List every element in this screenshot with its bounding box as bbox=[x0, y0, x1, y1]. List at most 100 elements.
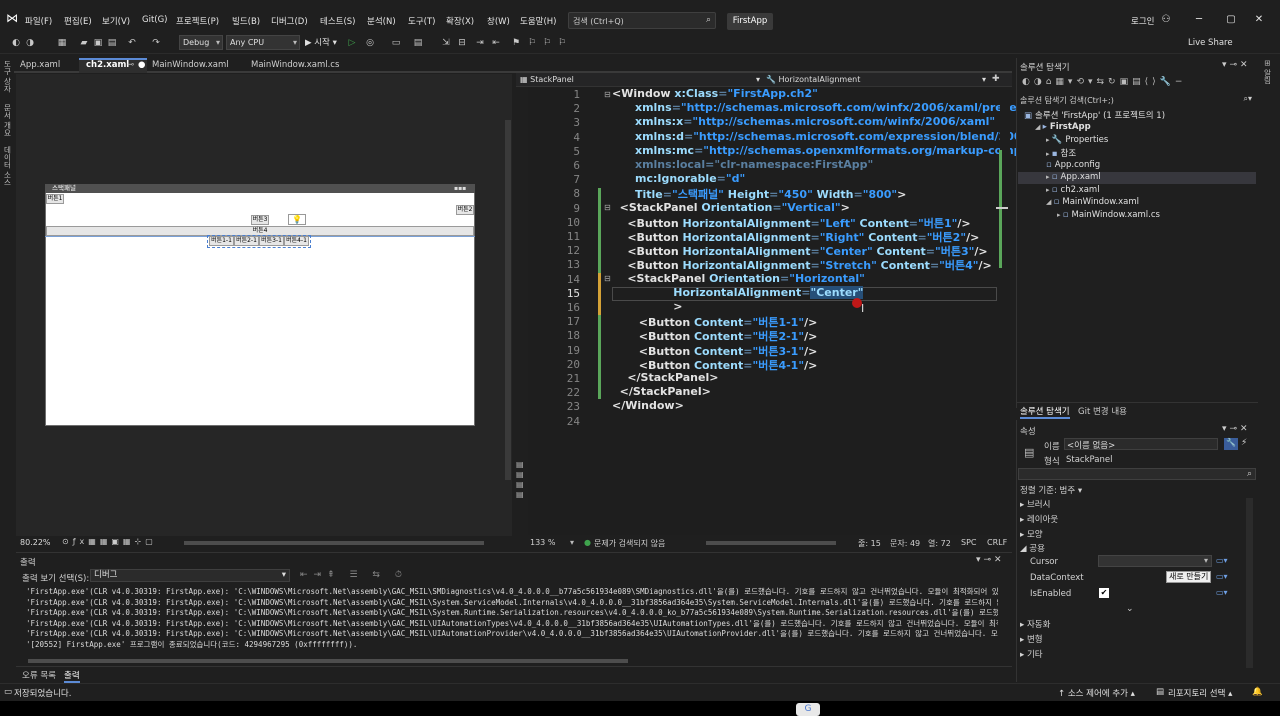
right-strip-tab[interactable]: ⊞ 알림 bbox=[1262, 60, 1273, 84]
preview-button-3-1[interactable]: 버튼3-1 bbox=[259, 236, 284, 246]
tree-item[interactable]: ▸ ▫ ch2.xaml bbox=[1046, 185, 1100, 197]
preview-button-1-1[interactable]: 버튼1-1 bbox=[209, 236, 234, 246]
tab-mainwindow-xaml[interactable]: MainWindow.xaml bbox=[152, 60, 229, 73]
collapse-icon[interactable]: ⊟ bbox=[604, 274, 611, 283]
prop-cursor-select[interactable]: ▾ bbox=[1098, 555, 1212, 567]
output-toolbar-icons[interactable]: ⇤⇥⇞ ☰ ⇆ ⏱ bbox=[300, 570, 408, 580]
sort-by-category[interactable]: 정렬 기준: 범주 ▾ bbox=[1020, 484, 1082, 496]
char-number-status[interactable]: 문자: 49 bbox=[890, 538, 920, 549]
menu-extensions[interactable]: 확장(X) bbox=[446, 15, 474, 27]
bookmark-next-icon[interactable]: ⚐ bbox=[541, 37, 553, 49]
category-common[interactable]: ◢ 공용 bbox=[1020, 542, 1045, 554]
prop-isenabled-marker-icon[interactable]: ▭▾ bbox=[1216, 588, 1228, 597]
toolbox-tab[interactable]: 도구 상자 bbox=[2, 60, 13, 92]
navigate-forward-icon[interactable]: ◑ bbox=[24, 37, 36, 49]
properties-scrollbar[interactable] bbox=[1246, 498, 1253, 668]
login-link[interactable]: 로그인 bbox=[1131, 15, 1154, 27]
code-line[interactable]: </StackPanel> bbox=[612, 371, 718, 384]
code-line[interactable]: xmlns:local="clr-namespace:FirstApp" bbox=[612, 158, 873, 171]
tree-expander-icon[interactable]: ▸ bbox=[1057, 211, 1063, 219]
column-number-status[interactable]: 열: 72 bbox=[928, 538, 951, 549]
menu-file[interactable]: 파일(F) bbox=[25, 15, 52, 27]
tab-ch2-xaml[interactable]: ch2.xaml bbox=[86, 60, 129, 73]
undo-icon[interactable]: ↶ bbox=[126, 37, 138, 49]
menu-test[interactable]: 테스트(S) bbox=[320, 15, 356, 27]
adorner-icon[interactable]: ⊟ bbox=[456, 37, 468, 49]
property-select[interactable]: 🔧 HorizontalAlignment ▾ bbox=[766, 75, 988, 86]
select-repository-button[interactable]: 리포지토리 선택 ▴ bbox=[1168, 687, 1232, 699]
prop-datacontext-marker-icon[interactable]: ▭▾ bbox=[1216, 572, 1228, 581]
tree-item[interactable]: ◢ ▫ MainWindow.xaml bbox=[1046, 197, 1139, 209]
start-debug-button[interactable]: ▶ 시작 ▾ bbox=[305, 36, 337, 48]
category-appearance[interactable]: ▸ 모양 bbox=[1020, 528, 1043, 540]
preview-button-2-1[interactable]: 버튼2-1 bbox=[234, 236, 259, 246]
hot-reload-icon[interactable]: ◎ bbox=[364, 37, 376, 49]
bookmark-icon[interactable]: ⚑ bbox=[510, 37, 522, 49]
output-source-select[interactable]: 디버그 ▾ bbox=[90, 569, 290, 582]
code-line[interactable]: xmlns:d="http://schemas.microsoft.com/ex… bbox=[612, 130, 1035, 143]
code-line[interactable]: <Window x:Class="FirstApp.ch2" bbox=[612, 87, 818, 100]
preview-button-1[interactable]: 버튼1 bbox=[46, 194, 64, 204]
whitespace-status[interactable]: SPC bbox=[961, 538, 977, 547]
tree-item[interactable]: ▸ 🔧 Properties bbox=[1046, 135, 1108, 147]
navigate-back-icon[interactable]: ◐ bbox=[10, 37, 22, 49]
bookmark-prev-icon[interactable]: ⚐ bbox=[526, 37, 538, 49]
line-number-status[interactable]: 줄: 15 bbox=[858, 538, 881, 549]
tree-item[interactable]: ▸ ▫ App.xaml bbox=[1046, 172, 1101, 184]
menu-git[interactable]: Git(G) bbox=[142, 15, 168, 27]
menu-view[interactable]: 보기(V) bbox=[102, 15, 130, 27]
menu-edit[interactable]: 편집(E) bbox=[64, 15, 92, 27]
account-icon[interactable]: ⚇ bbox=[1157, 12, 1175, 28]
solution-search-input[interactable]: 솔루션 탐색기 검색(Ctrl+;) ⌕▾ bbox=[1018, 93, 1256, 106]
data-sources-tab[interactable]: 데이터 소스 bbox=[2, 146, 13, 186]
notifications-icon[interactable]: 🔔 bbox=[1252, 687, 1263, 697]
tree-item[interactable]: ▸ ▪ 참조 bbox=[1046, 147, 1076, 159]
output-window-controls-icon[interactable]: ▾⊸✕ bbox=[976, 555, 1005, 565]
tree-item[interactable]: ▸ ▫ MainWindow.xaml.cs bbox=[1057, 210, 1160, 222]
outdent-icon[interactable]: ⇤ bbox=[490, 37, 502, 49]
window-layout-icon[interactable]: ▭ bbox=[390, 37, 402, 49]
preview-button-4-1[interactable]: 버튼4-1 bbox=[284, 236, 309, 246]
tab-error-list[interactable]: 오류 목록 bbox=[22, 669, 56, 681]
collapse-icon[interactable]: ⊟ bbox=[604, 203, 611, 212]
code-line[interactable]: > bbox=[612, 300, 682, 313]
code-line[interactable]: <StackPanel Orientation="Horizontal" bbox=[612, 272, 865, 285]
live-share-button[interactable]: Live Share bbox=[1188, 38, 1233, 48]
tree-expander-icon[interactable]: ▸ bbox=[1046, 150, 1052, 158]
designer-vertical-scrollbar[interactable] bbox=[505, 120, 511, 480]
category-transform[interactable]: ▸ 변형 bbox=[1020, 633, 1043, 645]
editor-horizontal-scrollbar[interactable] bbox=[706, 541, 836, 545]
split-editor-icon[interactable]: ✚ bbox=[992, 74, 1000, 84]
code-line[interactable]: xmlns="http://schemas.microsoft.com/winf… bbox=[612, 101, 1046, 114]
code-line[interactable]: HorizontalAlignment="Center" bbox=[612, 285, 864, 299]
lightbulb-icon[interactable]: 💡 bbox=[288, 214, 306, 225]
translate-app-icon[interactable]: G bbox=[796, 703, 820, 716]
collapse-icon[interactable]: ⊟ bbox=[604, 90, 611, 99]
redo-icon[interactable]: ↷ bbox=[150, 37, 162, 49]
designer-horizontal-scrollbar[interactable] bbox=[184, 541, 484, 545]
properties-search-input[interactable]: ⌕ bbox=[1018, 468, 1256, 480]
menu-help[interactable]: 도움말(H) bbox=[520, 15, 556, 27]
search-input[interactable]: 검색 (Ctrl+Q) ⌕ bbox=[568, 12, 716, 29]
category-brush[interactable]: ▸ 브러시 bbox=[1020, 498, 1050, 510]
config-select[interactable]: Debug bbox=[179, 35, 223, 50]
tree-item[interactable]: ▣ 솔루션 'FirstApp' (1 프로젝트의 1) bbox=[1024, 109, 1165, 121]
maximize-button[interactable]: ▢ bbox=[1222, 12, 1240, 28]
menu-project[interactable]: 프로젝트(P) bbox=[176, 15, 219, 27]
tree-expander-icon[interactable]: ▸ bbox=[1046, 136, 1052, 144]
preview-button-3[interactable]: 버튼3 bbox=[251, 215, 269, 225]
pin-icon[interactable]: ⊸ bbox=[127, 60, 134, 73]
tab-git-changes[interactable]: Git 변경 내용 bbox=[1078, 405, 1127, 417]
category-layout[interactable]: ▸ 레이아웃 bbox=[1020, 513, 1058, 525]
tab-mainwindow-xaml-cs[interactable]: MainWindow.xaml.cs bbox=[251, 60, 339, 73]
new-item-icon[interactable]: ▦ bbox=[56, 37, 68, 49]
code-line[interactable]: xmlns:x="http://schemas.microsoft.com/wi… bbox=[612, 115, 995, 128]
panel-window-controls-icon[interactable]: ▾⊸✕ bbox=[1222, 60, 1251, 70]
expand-more-icon[interactable]: ⌄ bbox=[1126, 604, 1134, 614]
format-icon[interactable]: ▤ bbox=[412, 37, 424, 49]
menu-window[interactable]: 창(W) bbox=[487, 15, 510, 27]
tab-output[interactable]: 출력 bbox=[64, 669, 80, 683]
output-horizontal-scrollbar[interactable] bbox=[28, 659, 628, 663]
properties-window-controls-icon[interactable]: ▾⊸✕ bbox=[1222, 424, 1251, 434]
properties-wrench-icon[interactable]: 🔧 bbox=[1224, 438, 1238, 450]
